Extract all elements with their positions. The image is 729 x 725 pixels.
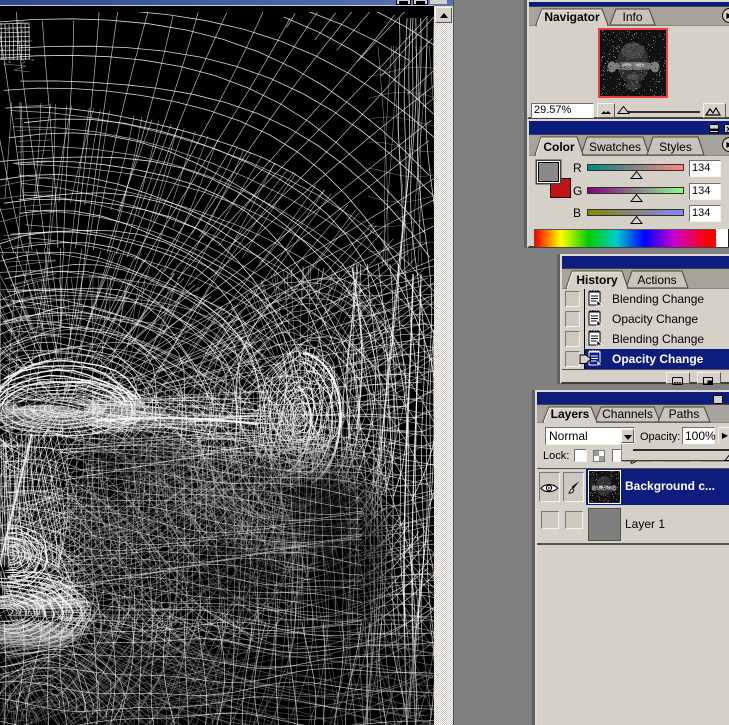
svg-text:Styles: Styles (659, 140, 692, 154)
svg-text:Info: Info (622, 10, 642, 24)
svg-text:Navigator: Navigator (544, 10, 600, 24)
svg-text:Actions: Actions (637, 273, 676, 287)
svg-text:Channels: Channels (602, 407, 653, 421)
svg-text:Paths: Paths (669, 407, 700, 421)
svg-text:History: History (576, 273, 618, 287)
svg-text:Swatches: Swatches (589, 140, 641, 154)
svg-text:Color: Color (543, 140, 575, 154)
svg-text:Layers: Layers (551, 407, 590, 421)
